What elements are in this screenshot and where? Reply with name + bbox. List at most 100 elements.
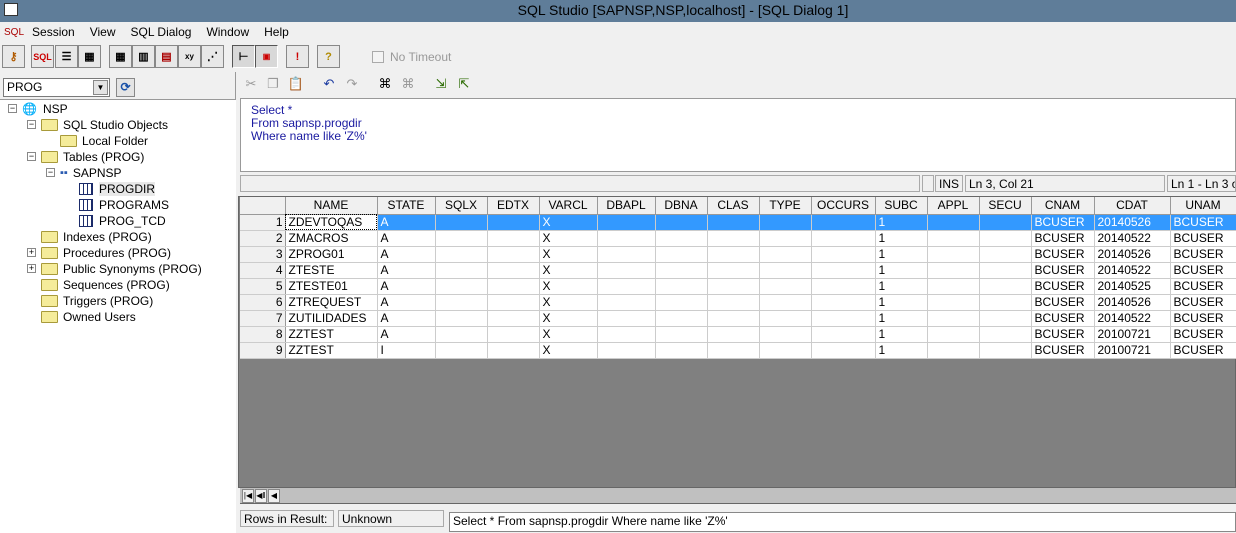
cell-cdat[interactable]: 20100721 xyxy=(1094,326,1171,343)
cell-clas[interactable] xyxy=(707,262,760,279)
cell-secu[interactable] xyxy=(979,342,1032,359)
xy-table-icon[interactable]: xy xyxy=(178,45,201,68)
cell-clas[interactable] xyxy=(707,310,760,327)
cell-varcl[interactable]: X xyxy=(539,230,598,247)
grid-corner[interactable] xyxy=(240,197,286,215)
cell-edtx[interactable] xyxy=(487,342,540,359)
column-header-cdat[interactable]: CDAT xyxy=(1094,197,1171,215)
cell-varcl[interactable]: X xyxy=(539,278,598,295)
cell-cnam[interactable]: BCUSER xyxy=(1031,262,1095,279)
checkbox-box[interactable] xyxy=(372,51,384,63)
cell-state[interactable]: A xyxy=(377,214,436,231)
cell-subc[interactable]: 1 xyxy=(875,294,928,311)
cell-dbapl[interactable] xyxy=(597,342,656,359)
cell-appl[interactable] xyxy=(927,246,980,263)
tree-item[interactable]: Triggers (PROG) xyxy=(41,293,153,309)
cell-name[interactable]: ZUTILIDADES xyxy=(285,310,378,327)
row-number[interactable]: 3 xyxy=(240,246,286,263)
cell-occurs[interactable] xyxy=(811,262,876,279)
cell-occurs[interactable] xyxy=(811,310,876,327)
cell-type[interactable] xyxy=(759,246,812,263)
cell-cdat[interactable]: 20140522 xyxy=(1094,230,1171,247)
cell-type[interactable] xyxy=(759,310,812,327)
import-icon[interactable]: ⇲ xyxy=(432,75,450,93)
cell-unam[interactable]: BCUSER xyxy=(1170,262,1236,279)
cell-dbna[interactable] xyxy=(655,246,708,263)
tree-item[interactable]: Indexes (PROG) xyxy=(41,229,152,245)
cell-secu[interactable] xyxy=(979,214,1032,231)
column-header-sqlx[interactable]: SQLX xyxy=(435,197,488,215)
column-header-cnam[interactable]: CNAM xyxy=(1031,197,1095,215)
row-number[interactable]: 1 xyxy=(240,214,286,231)
tree-item[interactable]: Sequences (PROG) xyxy=(41,277,170,293)
cell-subc[interactable]: 1 xyxy=(875,246,928,263)
cell-appl[interactable] xyxy=(927,294,980,311)
cell-type[interactable] xyxy=(759,294,812,311)
cell-occurs[interactable] xyxy=(811,214,876,231)
cell-sqlx[interactable] xyxy=(435,326,488,343)
table-row[interactable]: 1 ZDEVTOQAS A X 1 BCUSER 20140526 BCUSER xyxy=(240,214,1236,231)
cell-edtx[interactable] xyxy=(487,262,540,279)
cell-clas[interactable] xyxy=(707,230,760,247)
cell-appl[interactable] xyxy=(927,310,980,327)
paste-icon[interactable]: 📋 xyxy=(287,75,305,93)
column-header-type[interactable]: TYPE xyxy=(759,197,812,215)
cell-dbapl[interactable] xyxy=(597,214,656,231)
table-row[interactable]: 2 ZMACROS A X 1 BCUSER 20140522 BCUSER xyxy=(240,230,1236,247)
menu-view[interactable]: View xyxy=(90,25,116,39)
execute-icon[interactable]: ! xyxy=(286,45,309,68)
cell-sqlx[interactable] xyxy=(435,342,488,359)
table-row[interactable]: 9 ZZTEST I X 1 BCUSER 20100721 BCUSER xyxy=(240,342,1236,359)
column-header-state[interactable]: STATE xyxy=(377,197,436,215)
column-header-varcl[interactable]: VARCL xyxy=(539,197,598,215)
cell-cdat[interactable]: 20140525 xyxy=(1094,278,1171,295)
cell-cnam[interactable]: BCUSER xyxy=(1031,246,1095,263)
row-number[interactable]: 5 xyxy=(240,278,286,295)
cell-secu[interactable] xyxy=(979,294,1032,311)
cell-unam[interactable]: BCUSER xyxy=(1170,326,1236,343)
help-icon[interactable]: ? xyxy=(317,45,340,68)
expand-icon[interactable]: + xyxy=(27,264,36,273)
cell-state[interactable]: A xyxy=(377,230,436,247)
cell-dbna[interactable] xyxy=(655,326,708,343)
cell-cdat[interactable]: 20140526 xyxy=(1094,246,1171,263)
tree-item[interactable]: Owned Users xyxy=(41,309,136,325)
cell-sqlx[interactable] xyxy=(435,294,488,311)
tree-item[interactable]: Local Folder xyxy=(60,133,148,149)
query-designer-icon[interactable]: ▦ xyxy=(78,45,101,68)
collapse-icon[interactable]: − xyxy=(27,120,36,129)
previous-page-icon[interactable]: ◀‖ xyxy=(255,489,267,503)
cell-clas[interactable] xyxy=(707,214,760,231)
sql-dialog-button[interactable]: SQL xyxy=(31,45,54,68)
cell-state[interactable]: A xyxy=(377,294,436,311)
cell-varcl[interactable]: X xyxy=(539,326,598,343)
results-view-icon[interactable]: ▣ xyxy=(255,45,278,68)
cell-unam[interactable]: BCUSER xyxy=(1170,310,1236,327)
cell-cnam[interactable]: BCUSER xyxy=(1031,278,1095,295)
cell-sqlx[interactable] xyxy=(435,310,488,327)
cell-edtx[interactable] xyxy=(487,310,540,327)
cell-varcl[interactable]: X xyxy=(539,246,598,263)
cell-type[interactable] xyxy=(759,326,812,343)
menu-sql-dialog[interactable]: SQL Dialog xyxy=(131,25,192,39)
cell-subc[interactable]: 1 xyxy=(875,278,928,295)
cell-sqlx[interactable] xyxy=(435,278,488,295)
cell-dbapl[interactable] xyxy=(597,262,656,279)
cell-edtx[interactable] xyxy=(487,294,540,311)
menu-window[interactable]: Window xyxy=(206,25,249,39)
table-data-icon[interactable]: ▤ xyxy=(155,45,178,68)
cell-subc[interactable]: 1 xyxy=(875,230,928,247)
tree-item[interactable]: 🌐 NSP xyxy=(22,101,68,117)
cell-clas[interactable] xyxy=(707,294,760,311)
tree-item[interactable]: PROGDIR xyxy=(79,181,156,197)
previous-row-icon[interactable]: ◀ xyxy=(268,489,280,503)
cell-state[interactable]: A xyxy=(377,246,436,263)
cell-clas[interactable] xyxy=(707,278,760,295)
cell-cnam[interactable]: BCUSER xyxy=(1031,326,1095,343)
cell-cdat[interactable]: 20100721 xyxy=(1094,342,1171,359)
cell-dbapl[interactable] xyxy=(597,310,656,327)
cell-appl[interactable] xyxy=(927,214,980,231)
column-header-subc[interactable]: SUBC xyxy=(875,197,928,215)
cell-varcl[interactable]: X xyxy=(539,310,598,327)
cell-type[interactable] xyxy=(759,214,812,231)
